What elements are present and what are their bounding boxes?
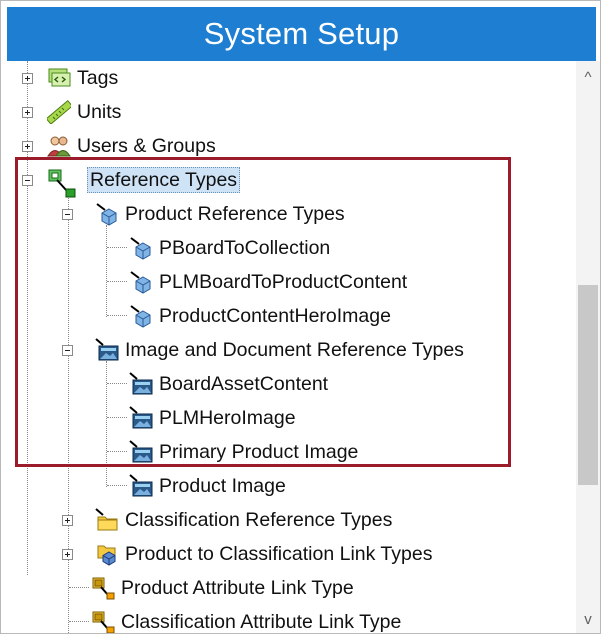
tree-item-product-image[interactable]: Product Image — [129, 469, 288, 503]
tree-item-label: Product Attribute Link Type — [121, 577, 354, 599]
expand-toggle-classification-reference-types[interactable] — [62, 515, 73, 526]
tree-connector — [69, 621, 89, 622]
vertical-scrollbar[interactable]: ^ v — [576, 61, 600, 633]
tree-item-label: Users & Groups — [77, 135, 216, 157]
scroll-down-arrow-icon[interactable]: v — [576, 607, 600, 631]
users-groups-icon — [47, 134, 71, 158]
attribute-link-icon — [91, 610, 115, 633]
expand-toggle-tags[interactable] — [22, 73, 33, 84]
folder-icon — [95, 508, 119, 532]
tree-item-label: Classification Reference Types — [125, 509, 393, 531]
expand-toggle-users-groups[interactable] — [22, 141, 33, 152]
tree-item-label: Product to Classification Link Types — [125, 543, 433, 565]
window-title: System Setup — [7, 7, 596, 61]
tree-item-classification-attribute-link-type[interactable]: Classification Attribute Link Type — [91, 605, 403, 633]
expand-toggle-units[interactable] — [22, 107, 33, 118]
scroll-up-arrow-icon[interactable]: ^ — [576, 65, 600, 89]
tree-item-classification-reference-types[interactable]: Classification Reference Types — [95, 503, 394, 537]
image-icon — [129, 474, 153, 498]
attribute-link-icon — [91, 576, 115, 600]
tree-connector — [107, 485, 127, 486]
scrollbar-thumb[interactable] — [578, 285, 598, 485]
expand-toggle-product-classification-link-types[interactable] — [62, 549, 73, 560]
tree-item-product-attribute-link-type[interactable]: Product Attribute Link Type — [91, 571, 356, 605]
tree-item-label: Tags — [77, 67, 119, 89]
tree-item-label: Classification Attribute Link Type — [121, 611, 402, 633]
link-types-icon — [95, 542, 119, 566]
tree-item-label: Units — [77, 101, 122, 123]
tree-connector — [69, 587, 89, 588]
tags-icon — [47, 66, 71, 90]
ruler-icon — [45, 99, 74, 125]
tree-item-product-classification-link-types[interactable]: Product to Classification Link Types — [95, 537, 434, 571]
tree-item-label: Product Image — [159, 475, 286, 497]
tree-item-tags[interactable]: Tags — [47, 61, 120, 95]
highlight-box — [15, 157, 511, 467]
system-setup-window: System Setup Tags Units Users & Groups R… — [0, 0, 601, 634]
tree-item-units[interactable]: Units — [45, 95, 123, 129]
